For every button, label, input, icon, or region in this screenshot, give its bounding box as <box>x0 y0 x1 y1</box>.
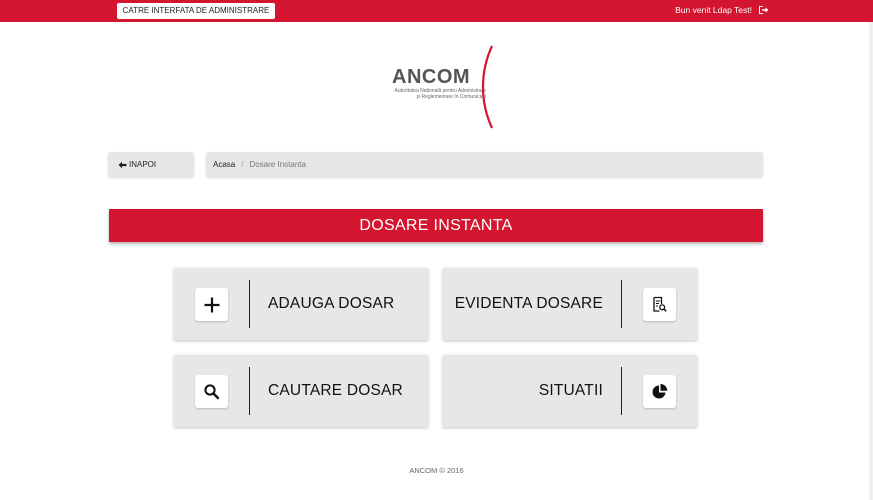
admin-interface-button[interactable]: CATRE INTERFATA DE ADMINISTRARE <box>117 3 275 19</box>
logo-subtitle: Autoritatea Națională pentru Administrar… <box>378 88 486 100</box>
breadcrumb-separator: / <box>241 160 244 169</box>
arrow-left-icon <box>118 161 127 168</box>
search-case-label: CAUTARE DOSAR <box>268 382 403 399</box>
ancom-logo: ANCOM Autoritatea Națională pentru Admin… <box>370 44 500 130</box>
case-records-label: EVIDENTA DOSARE <box>454 295 603 312</box>
pie-chart-icon <box>643 375 676 408</box>
plus-icon <box>195 288 228 321</box>
user-welcome: Bun venit Ldap Test! <box>675 5 769 15</box>
back-button[interactable]: INAPOI <box>108 152 194 177</box>
add-case-label: ADAUGA DOSAR <box>268 295 395 312</box>
footer: ANCOM © 2016 <box>409 466 464 475</box>
tile-divider <box>249 367 250 415</box>
tile-divider <box>621 280 622 328</box>
breadcrumb-home[interactable]: Acasa <box>213 160 235 169</box>
case-records-tile[interactable]: EVIDENTA DOSARE <box>443 268 697 340</box>
logo-arc-icon <box>481 45 493 129</box>
search-icon <box>195 375 228 408</box>
top-bar: CATRE INTERFATA DE ADMINISTRARE Bun veni… <box>0 0 873 22</box>
logo-subtitle-line2: și Reglementare în Comunicații <box>416 94 486 100</box>
breadcrumb-current: Dosare Instanta <box>249 160 306 169</box>
sign-out-icon[interactable] <box>758 5 769 15</box>
welcome-text: Bun venit Ldap Test! <box>675 5 752 15</box>
logo-name: ANCOM <box>392 66 471 88</box>
reports-tile[interactable]: SITUATII <box>443 355 697 427</box>
search-case-tile[interactable]: CAUTARE DOSAR <box>174 355 428 427</box>
tile-divider <box>249 280 250 328</box>
add-case-tile[interactable]: ADAUGA DOSAR <box>174 268 428 340</box>
page-title: DOSARE INSTANTA <box>109 209 763 242</box>
page-scrollbar[interactable] <box>869 22 873 500</box>
reports-label: SITUATII <box>538 382 603 399</box>
back-label: INAPOI <box>129 160 157 169</box>
document-search-icon <box>643 288 676 321</box>
breadcrumb: Acasa / Dosare Instanta <box>206 152 763 177</box>
tile-divider <box>621 367 622 415</box>
